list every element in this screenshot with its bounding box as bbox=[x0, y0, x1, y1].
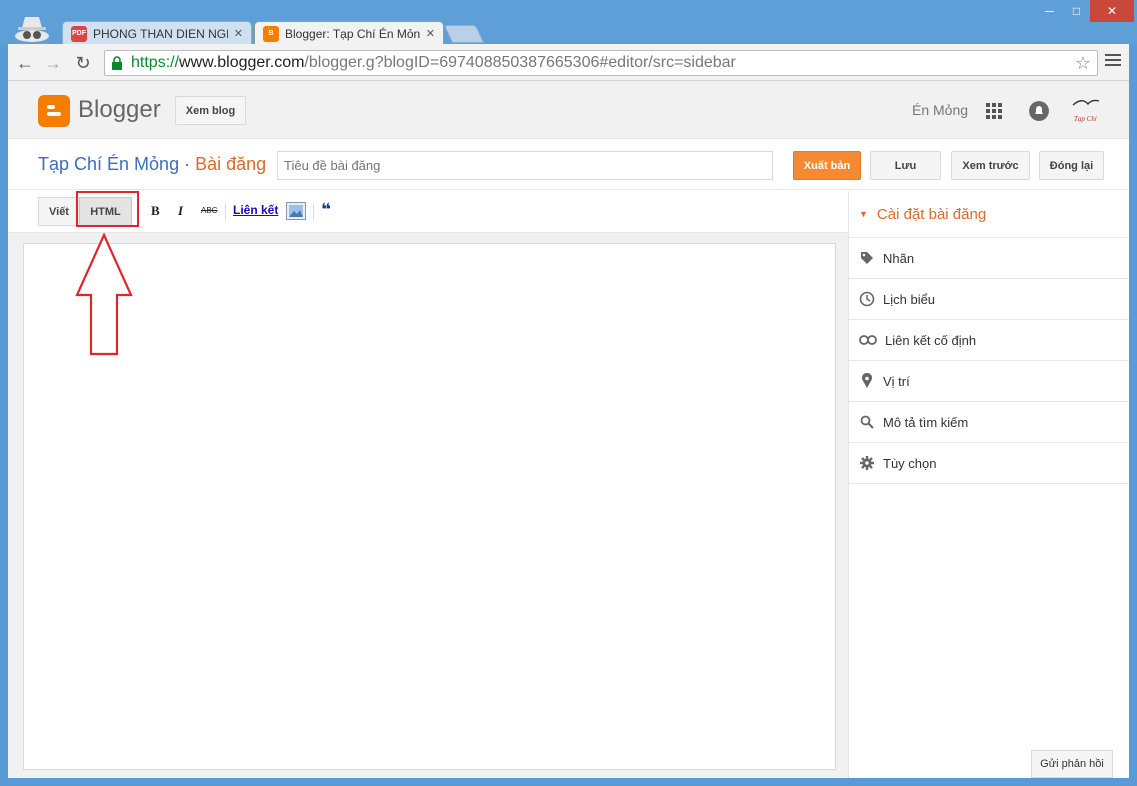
blogger-page: Blogger Xem blog Én Mỏng Tạp Chí Tạp Chí… bbox=[8, 81, 1129, 778]
editor-area bbox=[8, 233, 848, 778]
toolbar-divider bbox=[225, 203, 226, 221]
post-title-input[interactable] bbox=[277, 151, 773, 180]
bold-button[interactable]: B bbox=[151, 203, 160, 219]
blogger-logo-text[interactable]: Blogger bbox=[78, 96, 161, 124]
incognito-icon bbox=[15, 17, 49, 42]
close-editor-button[interactable]: Đóng lại bbox=[1039, 151, 1104, 180]
publish-button[interactable]: Xuất bản bbox=[793, 151, 861, 180]
reload-button[interactable]: ↻ bbox=[72, 52, 94, 74]
sidebar-item-label: Tùy chọn bbox=[883, 455, 937, 471]
close-icon[interactable]: ✕ bbox=[426, 27, 435, 40]
lock-icon bbox=[112, 56, 122, 70]
post-title-bar: Tạp Chí Én Mỏng · Bài đăng Xuất bản Lưu … bbox=[8, 140, 1129, 190]
sidebar-item-label: Lịch biểu bbox=[883, 291, 936, 307]
clock-icon bbox=[859, 291, 875, 307]
toolbar-divider bbox=[313, 203, 314, 221]
tab-title: Blogger: Tạp Chí Én Mỏng bbox=[285, 26, 420, 41]
italic-button[interactable]: I bbox=[178, 203, 183, 219]
caret-down-icon: ▼ bbox=[859, 209, 868, 219]
sidebar-item-permalink[interactable]: Liên kết cố định bbox=[849, 320, 1129, 361]
close-window-button[interactable]: ✕ bbox=[1090, 0, 1134, 22]
feedback-button[interactable]: Gửi phản hồi bbox=[1031, 750, 1113, 778]
browser-window: PDF PHONG THAN DIEN NGH ✕ B Blogger: Tạp… bbox=[0, 0, 1137, 786]
search-icon bbox=[859, 414, 875, 430]
sidebar-item-search-description[interactable]: Mô tả tìm kiếm bbox=[849, 402, 1129, 443]
section-title: Bài đăng bbox=[195, 154, 267, 174]
pdf-icon: PDF bbox=[71, 25, 87, 42]
image-icon[interactable] bbox=[286, 202, 306, 220]
blogger-header: Blogger Xem blog Én Mỏng Tạp Chí bbox=[8, 81, 1129, 139]
user-name[interactable]: Én Mỏng bbox=[912, 102, 968, 118]
blog-title: Tạp Chí Én Mỏng · Bài đăng bbox=[38, 154, 266, 175]
highlight-box bbox=[76, 191, 139, 227]
link-button[interactable]: Liên kết bbox=[233, 203, 278, 217]
sidebar-item-label: Mô tả tìm kiếm bbox=[883, 414, 969, 430]
url-path: /blogger.g?blogID=697408850387665306#edi… bbox=[304, 54, 736, 71]
apps-grid-icon[interactable] bbox=[986, 103, 1002, 119]
tab-blogger[interactable]: B Blogger: Tạp Chí Én Mỏng ✕ bbox=[254, 21, 444, 45]
breadcrumb-separator: · bbox=[179, 154, 196, 174]
sidebar-item-labels[interactable]: Nhãn bbox=[849, 238, 1129, 279]
gear-icon bbox=[859, 455, 875, 471]
strikethrough-button[interactable]: ABC bbox=[201, 206, 217, 215]
address-bar[interactable]: https://www.blogger.com/blogger.g?blogID… bbox=[104, 50, 1098, 76]
tab-strip: PDF PHONG THAN DIEN NGH ✕ B Blogger: Tạp… bbox=[0, 0, 1137, 45]
avatar[interactable]: Tạp Chí bbox=[1070, 95, 1100, 127]
post-settings-header[interactable]: ▼ Cài đặt bài đăng bbox=[849, 191, 1129, 238]
back-button[interactable]: ← bbox=[14, 52, 36, 74]
annotation-arrow-icon bbox=[75, 233, 133, 356]
avatar-text: Tạp Chí bbox=[1074, 115, 1098, 123]
quote-button[interactable]: ❝ bbox=[321, 200, 331, 220]
sidebar-item-label: Liên kết cố định bbox=[885, 332, 977, 348]
maximize-button[interactable]: □ bbox=[1063, 0, 1090, 22]
sidebar-item-location[interactable]: Vị trí bbox=[849, 361, 1129, 402]
close-icon[interactable]: ✕ bbox=[234, 27, 243, 40]
sidebar-item-schedule[interactable]: Lịch biểu bbox=[849, 279, 1129, 320]
post-settings-title: Cài đặt bài đăng bbox=[876, 205, 987, 223]
blogger-icon: B bbox=[263, 25, 279, 42]
preview-button[interactable]: Xem trước bbox=[951, 151, 1030, 180]
save-button[interactable]: Lưu bbox=[870, 151, 941, 180]
location-icon bbox=[859, 373, 875, 389]
forward-button[interactable]: → bbox=[42, 52, 64, 74]
blogger-logo-icon[interactable] bbox=[38, 95, 70, 127]
sidebar-item-label: Vị trí bbox=[883, 373, 910, 389]
url-scheme: https:// bbox=[131, 54, 180, 71]
post-settings-sidebar: ▼ Cài đặt bài đăng Nhãn Lịch biểu Liên k… bbox=[848, 191, 1129, 778]
html-editor-textarea[interactable] bbox=[23, 243, 836, 770]
minimize-button[interactable]: ─ bbox=[1036, 0, 1063, 22]
blog-name[interactable]: Tạp Chí Én Mỏng bbox=[38, 154, 179, 174]
sidebar-item-options[interactable]: Tùy chọn bbox=[849, 443, 1129, 484]
browser-toolbar: ← → ↻ https://www.blogger.com/blogger.g?… bbox=[8, 44, 1129, 81]
editor-toolbar: Viết HTML B I ABC Liên kết ❝ bbox=[8, 191, 848, 233]
sidebar-item-label: Nhãn bbox=[883, 250, 915, 266]
tab-title: PHONG THAN DIEN NGH bbox=[93, 26, 228, 41]
chrome-menu-icon[interactable] bbox=[1105, 54, 1121, 70]
compose-mode-button[interactable]: Viết bbox=[38, 197, 80, 226]
new-tab-button[interactable] bbox=[443, 25, 485, 43]
tab-pdf[interactable]: PDF PHONG THAN DIEN NGH ✕ bbox=[62, 21, 252, 45]
bookmark-star-icon[interactable]: ☆ bbox=[1075, 53, 1091, 74]
view-blog-button[interactable]: Xem blog bbox=[175, 96, 246, 125]
link-icon bbox=[859, 332, 877, 348]
tag-icon bbox=[859, 250, 875, 266]
url-host: www.blogger.com bbox=[179, 54, 305, 71]
notification-bell-icon[interactable] bbox=[1029, 101, 1049, 121]
